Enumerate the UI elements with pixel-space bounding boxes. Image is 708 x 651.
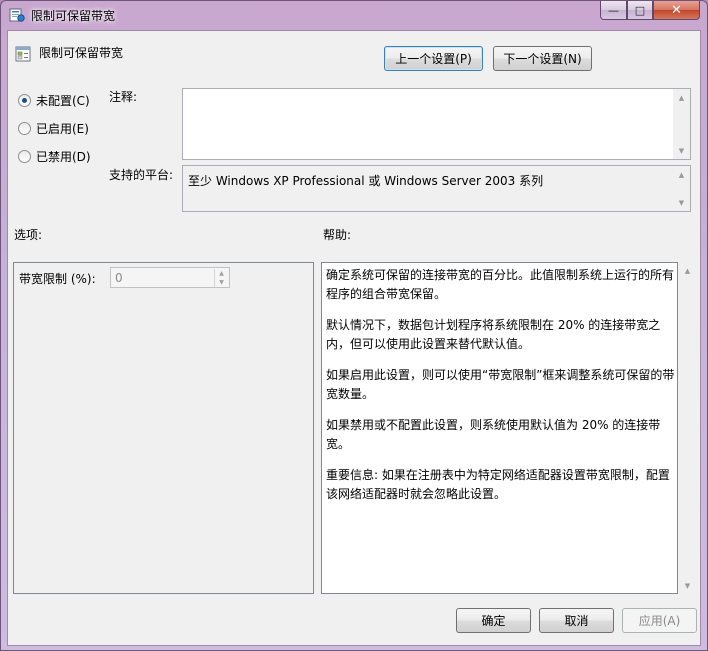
radio-enabled[interactable]: 已启用(E) (18, 120, 89, 137)
radio-label: 已启用(E) (36, 122, 89, 136)
comment-textarea[interactable]: ▲ ▼ (182, 88, 691, 160)
help-heading: 帮助: (323, 228, 352, 242)
help-paragraph: 重要信息: 如果在注册表中为特定网络适配器设置带宽限制，配置该网络适配器时就会忽… (326, 468, 670, 501)
close-icon: ✕ (671, 2, 682, 18)
spin-down-icon[interactable]: ▼ (215, 278, 228, 287)
help-panel: 确定系统可保留的连接带宽的百分比。此值限制系统上运行的所有程序的组合带宽保留。 … (321, 262, 678, 594)
help-paragraph: 如果启用此设置，则可以使用“带宽限制”框来调整系统可保留的带宽数量。 (326, 368, 675, 401)
setting-title: 限制可保留带宽 (39, 46, 124, 60)
supported-platform-value: 至少 Windows XP Professional 或 Windows Ser… (188, 174, 544, 188)
scroll-up-icon[interactable]: ▲ (673, 166, 690, 183)
radio-indicator[interactable] (18, 150, 31, 163)
scroll-down-icon[interactable]: ▼ (679, 577, 696, 594)
comment-scrollbar[interactable]: ▲ ▼ (673, 89, 690, 159)
title-bar[interactable]: 限制可保留带宽 — □ ✕ (1, 1, 707, 29)
maximize-button[interactable]: □ (627, 1, 653, 20)
policy-settings-icon (9, 8, 25, 22)
help-paragraph: 确定系统可保留的连接带宽的百分比。此值限制系统上运行的所有程序的组合带宽保留。 (326, 268, 675, 301)
radio-indicator[interactable] (18, 122, 31, 135)
setting-icon (15, 46, 31, 62)
help-paragraph: 默认情况下，数据包计划程序将系统限制在 20% 的连接带宽之内，但可以使用此设置… (326, 318, 661, 351)
window-title: 限制可保留带宽 (31, 9, 116, 23)
maximize-icon: □ (634, 3, 646, 17)
minimize-button[interactable]: — (600, 1, 627, 20)
platform-scrollbar[interactable]: ▲ ▼ (673, 166, 690, 211)
bandwidth-limit-label: 带宽限制 (%): (19, 272, 96, 286)
supported-platform-label: 支持的平台: (109, 168, 174, 182)
radio-indicator[interactable] (18, 94, 31, 107)
previous-setting-button[interactable]: 上一个设置(P) (384, 46, 483, 71)
scroll-down-icon[interactable]: ▼ (673, 194, 690, 211)
radio-not-configured[interactable]: 未配置(C) (18, 92, 90, 109)
scroll-down-icon[interactable]: ▼ (673, 142, 690, 159)
comment-label: 注释: (109, 90, 138, 104)
cancel-button[interactable]: 取消 (539, 608, 614, 633)
bandwidth-limit-spinbox[interactable]: 0 ▲ ▼ (110, 267, 230, 288)
options-panel: 带宽限制 (%): 0 ▲ ▼ (13, 262, 314, 594)
supported-platform-field: 至少 Windows XP Professional 或 Windows Ser… (182, 165, 691, 212)
spin-up-icon[interactable]: ▲ (215, 269, 228, 278)
dialog-window: 限制可保留带宽 — □ ✕ 限制可保留带宽 上一个设置(P) 下一个设置(N) … (0, 0, 708, 651)
minimize-icon: — (608, 3, 619, 17)
apply-button[interactable]: 应用(A) (622, 608, 697, 633)
spin-buttons[interactable]: ▲ ▼ (214, 269, 228, 287)
dialog-client-area: 限制可保留带宽 上一个设置(P) 下一个设置(N) 未配置(C) 已启用(E) … (7, 30, 701, 646)
ok-button[interactable]: 确定 (456, 608, 531, 633)
help-text: 确定系统可保留的连接带宽的百分比。此值限制系统上运行的所有程序的组合带宽保留。 … (326, 266, 676, 516)
radio-disabled[interactable]: 已禁用(D) (18, 148, 91, 165)
scroll-up-icon[interactable]: ▲ (673, 89, 690, 106)
close-button[interactable]: ✕ (653, 1, 700, 20)
help-paragraph: 如果禁用或不配置此设置，则系统使用默认值为 20% 的连接带宽。 (326, 418, 661, 451)
radio-label: 未配置(C) (36, 94, 90, 108)
help-scrollbar[interactable]: ▲ ▼ (679, 262, 696, 594)
bandwidth-limit-value: 0 (115, 271, 123, 285)
radio-label: 已禁用(D) (36, 150, 91, 164)
scroll-up-icon[interactable]: ▲ (679, 262, 696, 279)
next-setting-button[interactable]: 下一个设置(N) (493, 46, 592, 71)
options-heading: 选项: (14, 228, 43, 242)
